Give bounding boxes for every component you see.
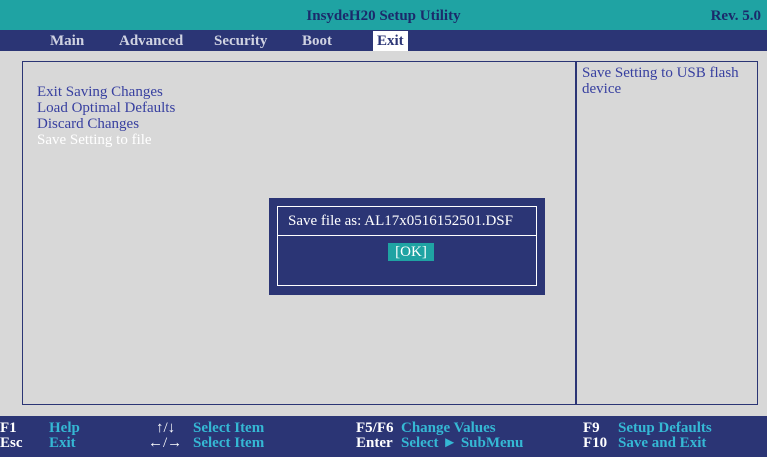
- change-values-desc: Change Values: [401, 420, 496, 436]
- ok-button[interactable]: [OK]: [388, 243, 434, 261]
- f10-key: F10: [583, 435, 608, 451]
- exit-saving-changes-item[interactable]: Exit Saving Changes: [37, 84, 163, 100]
- help-panel: Save Setting to USB flash device: [576, 61, 758, 405]
- f9-key: F9: [583, 420, 600, 436]
- save-file-dialog: Save file as: AL17x0516152501.DSF [OK]: [269, 198, 545, 295]
- discard-changes-item[interactable]: Discard Changes: [37, 116, 139, 132]
- enter-key: Enter: [356, 435, 393, 451]
- app-title: InsydeH20 Setup Utility: [306, 8, 461, 24]
- setup-defaults-desc: Setup Defaults: [618, 420, 712, 436]
- select-submenu-desc: Select ► SubMenu: [401, 435, 524, 451]
- revision-label: Rev. 5.0: [710, 8, 761, 24]
- exit-desc: Exit: [49, 435, 76, 451]
- tab-advanced[interactable]: Advanced: [119, 31, 183, 51]
- load-optimal-defaults-item[interactable]: Load Optimal Defaults: [37, 100, 175, 116]
- up-down-arrows-icon: ↑/↓: [156, 420, 176, 436]
- dialog-divider: [278, 235, 536, 236]
- f1-key: F1: [0, 420, 17, 436]
- save-and-exit-desc: Save and Exit: [618, 435, 707, 451]
- dialog-message: Save file as: AL17x0516152501.DSF: [288, 213, 513, 229]
- menu-bar: Main Advanced Security Boot Exit: [0, 30, 767, 51]
- left-right-arrows-icon: ←/→: [148, 435, 183, 451]
- footer-help-bar: F1 Help ↑/↓ Select Item F5/F6 Change Val…: [0, 416, 767, 457]
- title-bar: InsydeH20 Setup Utility Rev. 5.0: [0, 0, 767, 30]
- esc-key: Esc: [0, 435, 23, 451]
- select-item-desc-1: Select Item: [193, 420, 265, 436]
- save-setting-to-file-item[interactable]: Save Setting to file: [37, 132, 152, 148]
- f1-desc: Help: [49, 420, 80, 436]
- help-text: Save Setting to USB flash device: [582, 65, 739, 97]
- f5-f6-key: F5/F6: [356, 420, 394, 436]
- tab-main[interactable]: Main: [50, 31, 84, 51]
- select-item-desc-2: Select Item: [193, 435, 265, 451]
- tab-exit[interactable]: Exit: [373, 31, 408, 51]
- tab-security[interactable]: Security: [214, 31, 267, 51]
- dialog-frame: Save file as: AL17x0516152501.DSF [OK]: [277, 206, 537, 286]
- tab-boot[interactable]: Boot: [302, 31, 332, 51]
